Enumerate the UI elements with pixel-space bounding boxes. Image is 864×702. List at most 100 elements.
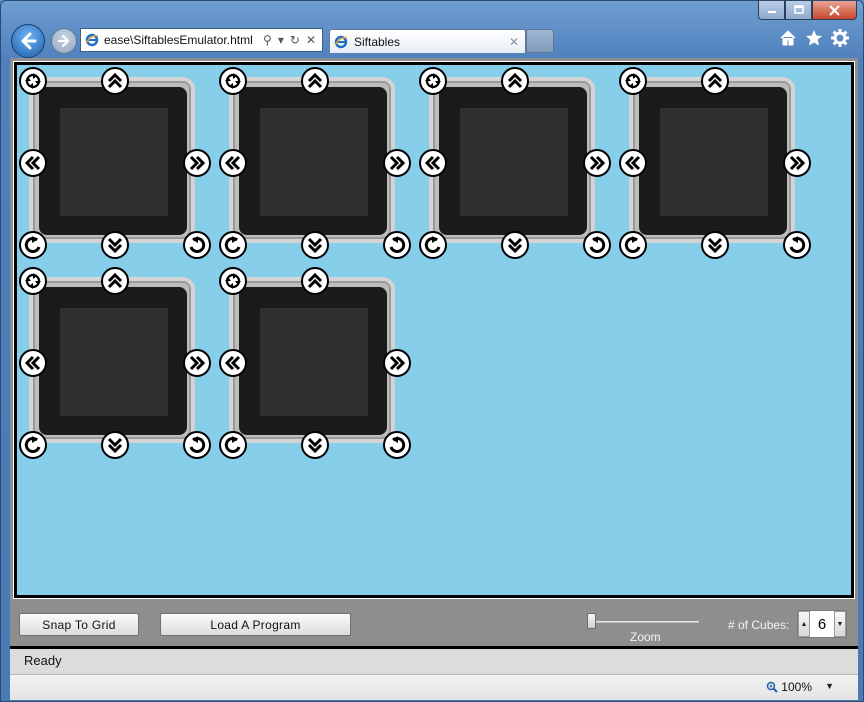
cubes-count-stepper[interactable]: ▲ 6 ▼ (797, 610, 847, 638)
address-url[interactable]: ease\SiftablesEmulator.html (104, 33, 263, 47)
rotate-right-button[interactable] (783, 231, 811, 259)
tilt-down-button[interactable] (701, 231, 729, 259)
tilt-left-icon (224, 155, 241, 171)
shake-button[interactable] (219, 67, 247, 95)
zoom-label: Zoom (630, 630, 661, 644)
tilt-up-button[interactable] (301, 67, 329, 95)
tab-siftables[interactable]: Siftables ✕ (329, 29, 526, 53)
browser-window: ease\SiftablesEmulator.html ⚲ ▾ ↻ ✕ Sift… (0, 0, 864, 702)
stepper-down-icon[interactable]: ▼ (834, 611, 846, 637)
stepper-up-icon[interactable]: ▲ (798, 611, 810, 637)
zoom-slider-thumb[interactable] (587, 613, 596, 629)
minimize-icon (767, 11, 776, 13)
tilt-left-button[interactable] (219, 149, 247, 177)
cube-body (39, 287, 187, 435)
rotate-left-button[interactable] (219, 231, 247, 259)
tilt-left-button[interactable] (19, 149, 47, 177)
tilt-up-button[interactable] (301, 267, 329, 295)
shake-button[interactable] (419, 67, 447, 95)
maximize-button[interactable] (785, 1, 812, 20)
tilt-right-button[interactable] (783, 149, 811, 177)
siftable-cube[interactable] (217, 265, 411, 459)
tilt-left-button[interactable] (419, 149, 447, 177)
new-tab-button[interactable] (526, 29, 554, 53)
tilt-down-button[interactable] (101, 231, 129, 259)
shake-button[interactable] (19, 67, 47, 95)
star-icon[interactable] (805, 29, 823, 47)
rotate-left-icon (24, 236, 41, 253)
back-button[interactable] (11, 24, 45, 58)
rotate-left-icon (24, 436, 41, 453)
close-icon (829, 4, 840, 16)
tilt-left-icon (624, 155, 641, 171)
tilt-up-icon (107, 272, 123, 289)
tilt-right-button[interactable] (583, 149, 611, 177)
tilt-up-button[interactable] (101, 67, 129, 95)
rotate-left-button[interactable] (419, 231, 447, 259)
shake-button[interactable] (19, 267, 47, 295)
shake-icon (25, 273, 41, 289)
tilt-right-button[interactable] (383, 349, 411, 377)
rotate-right-button[interactable] (583, 231, 611, 259)
gear-icon[interactable] (831, 29, 849, 47)
siftable-cube[interactable] (17, 265, 211, 459)
ie-zoom-dropdown-icon[interactable]: ▼ (825, 681, 834, 691)
cubes-count-value[interactable]: 6 (810, 616, 834, 633)
load-program-button[interactable]: Load A Program (160, 613, 351, 636)
rotate-right-button[interactable] (383, 231, 411, 259)
shake-button[interactable] (619, 67, 647, 95)
tilt-right-button[interactable] (183, 349, 211, 377)
siftable-cube[interactable] (417, 65, 611, 259)
forward-arrow-icon (58, 35, 70, 47)
tilt-left-button[interactable] (619, 149, 647, 177)
zoom-slider[interactable] (587, 613, 700, 629)
rotate-left-button[interactable] (19, 231, 47, 259)
tilt-down-icon (307, 237, 323, 254)
address-tools: ⚲ ▾ ↻ ✕ (263, 33, 322, 47)
tilt-right-button[interactable] (183, 149, 211, 177)
siftable-cube[interactable] (617, 65, 811, 259)
app-status: Ready (10, 649, 858, 674)
stop-icon[interactable]: ✕ (306, 33, 316, 47)
refresh-icon[interactable]: ↻ (290, 33, 300, 47)
siftable-cube[interactable] (17, 65, 211, 259)
search-icon[interactable]: ⚲ (263, 33, 272, 47)
cube-shell (229, 277, 395, 443)
tilt-up-button[interactable] (701, 67, 729, 95)
tilt-down-button[interactable] (101, 431, 129, 459)
address-bar[interactable]: ease\SiftablesEmulator.html ⚲ ▾ ↻ ✕ (80, 28, 323, 52)
tilt-left-button[interactable] (219, 349, 247, 377)
tilt-up-button[interactable] (501, 67, 529, 95)
rotate-right-button[interactable] (183, 431, 211, 459)
siftable-cube[interactable] (217, 65, 411, 259)
home-icon[interactable] (779, 29, 797, 47)
tilt-down-button[interactable] (301, 431, 329, 459)
shake-button[interactable] (219, 267, 247, 295)
close-window-button[interactable] (812, 1, 857, 20)
tilt-down-button[interactable] (501, 231, 529, 259)
tilt-down-button[interactable] (301, 231, 329, 259)
cube-screen (260, 108, 368, 216)
dropdown-icon[interactable]: ▾ (278, 33, 284, 47)
tilt-up-icon (107, 72, 123, 89)
tilt-left-button[interactable] (19, 349, 47, 377)
rotate-right-button[interactable] (183, 231, 211, 259)
tab-close-icon[interactable]: ✕ (509, 35, 519, 49)
rotate-right-icon (389, 236, 406, 253)
tilt-up-button[interactable] (101, 267, 129, 295)
minimize-button[interactable] (758, 1, 785, 20)
tilt-right-button[interactable] (383, 149, 411, 177)
shake-icon (625, 73, 641, 89)
tilt-down-icon (707, 237, 723, 254)
cube-shell (29, 277, 195, 443)
ie-zoom-level[interactable]: 100% (766, 680, 812, 694)
cube-body (639, 87, 787, 235)
rotate-left-button[interactable] (219, 431, 247, 459)
forward-button[interactable] (51, 28, 77, 54)
rotate-left-button[interactable] (19, 431, 47, 459)
snap-to-grid-button[interactable]: Snap To Grid (19, 613, 139, 636)
rotate-right-icon (789, 236, 806, 253)
rotate-left-button[interactable] (619, 231, 647, 259)
ie-page-icon (85, 33, 99, 47)
rotate-right-button[interactable] (383, 431, 411, 459)
